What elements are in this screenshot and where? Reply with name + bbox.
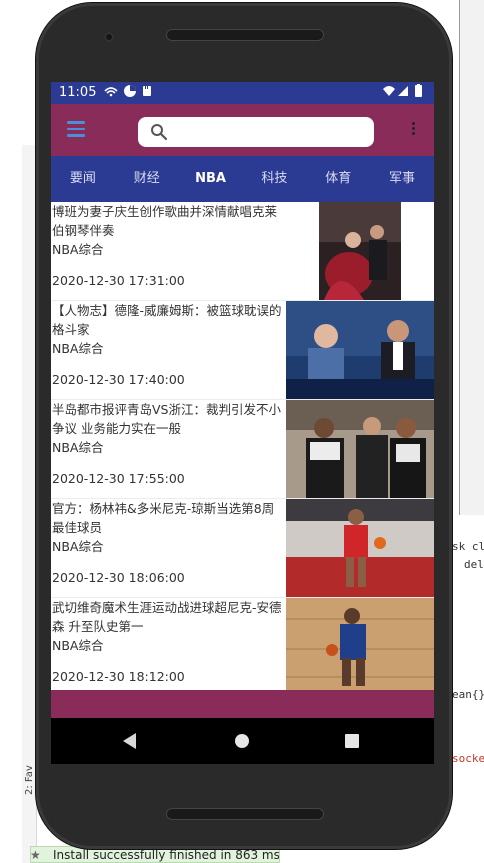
system-navigation-bar: [51, 718, 434, 764]
ide-right-panel: [459, 0, 484, 515]
news-text: 官方：杨林祎&多米尼克-琼斯当选第8周最佳球员 NBA综合: [52, 499, 284, 556]
news-text: 武切维奇魔术生涯运动战进球超尼克-安德森 升至队史第一 NBA综合: [52, 598, 284, 655]
news-source: NBA综合: [52, 440, 104, 455]
news-thumbnail: [319, 202, 401, 300]
wifi-signal-battery-icons: [383, 84, 422, 97]
top-speaker: [166, 29, 324, 41]
news-thumbnail: [286, 301, 434, 399]
news-thumbnail-image: [319, 202, 401, 300]
ide-code-line: sk cl: [452, 540, 484, 553]
news-thumbnail-image: [286, 598, 434, 690]
back-icon[interactable]: [123, 733, 136, 749]
star-icon: ★: [30, 848, 41, 862]
news-item[interactable]: 博班为妻子庆生创作歌曲并深情献唱克莱伯钢琴伴奏 NBA综合 2020-12-30…: [51, 202, 434, 301]
news-thumbnail: [286, 499, 434, 597]
news-thumbnail: [286, 598, 434, 690]
tab-tiyu[interactable]: 体育: [306, 156, 370, 202]
system-status-icons: [382, 84, 426, 101]
news-source: NBA综合: [52, 638, 104, 653]
news-source: NBA综合: [52, 242, 104, 257]
news-item[interactable]: 半岛都市报评青岛VS浙江：裁判引发不小争议 业务能力实在一般 NBA综合 202…: [51, 400, 434, 499]
tab-yaowen[interactable]: 要闻: [51, 156, 115, 202]
notification-icons-svg: [104, 85, 151, 97]
tab-caijing[interactable]: 财经: [115, 156, 179, 202]
news-date: 2020-12-30 18:12:00: [52, 669, 185, 684]
news-item[interactable]: 武切维奇魔术生涯运动战进球超尼克-安德森 升至队史第一 NBA综合 2020-1…: [51, 598, 434, 690]
news-thumbnail-image: [286, 400, 434, 498]
news-text: 【人物志】德隆-威廉姆斯：被篮球耽误的格斗家 NBA综合: [52, 301, 284, 358]
hamburger-menu-icon[interactable]: [67, 121, 85, 137]
ide-code-line: socke: [452, 752, 484, 765]
news-source: NBA综合: [52, 539, 104, 554]
status-time: 11:05: [59, 85, 97, 100]
status-bar: 11:05: [51, 82, 434, 104]
front-camera: [104, 32, 114, 42]
news-list[interactable]: 博班为妻子庆生创作歌曲并深情献唱克莱伯钢琴伴奏 NBA综合 2020-12-30…: [51, 202, 434, 690]
news-title: 半岛都市报评青岛VS浙江：裁判引发不小争议 业务能力实在一般: [52, 402, 281, 436]
ide-left-toolbar: [22, 145, 37, 863]
news-thumbnail: [286, 400, 434, 498]
search-icon: [151, 124, 168, 141]
news-date: 2020-12-30 17:40:00: [52, 372, 185, 387]
news-date: 2020-12-30 17:55:00: [52, 471, 185, 486]
more-options-icon[interactable]: [412, 122, 416, 138]
news-title: 【人物志】德隆-威廉姆斯：被篮球耽误的格斗家: [52, 303, 282, 337]
news-text: 半岛都市报评青岛VS浙江：裁判引发不小争议 业务能力实在一般 NBA综合: [52, 400, 284, 457]
bottom-speaker: [166, 808, 324, 820]
ide-background: [0, 0, 36, 145]
news-item[interactable]: 【人物志】德隆-威廉姆斯：被篮球耽误的格斗家 NBA综合 2020-12-30 …: [51, 301, 434, 400]
ide-code-line: del: [464, 558, 484, 571]
news-item[interactable]: 官方：杨林祎&多米尼克-琼斯当选第8周最佳球员 NBA综合 2020-12-30…: [51, 499, 434, 598]
news-title: 博班为妻子庆生创作歌曲并深情献唱克莱伯钢琴伴奏: [52, 204, 278, 238]
search-input[interactable]: [174, 121, 368, 145]
home-icon[interactable]: [235, 734, 249, 748]
news-text: 博班为妻子庆生创作歌曲并深情献唱克莱伯钢琴伴奏 NBA综合: [52, 202, 284, 259]
tab-junshi[interactable]: 军事: [370, 156, 434, 202]
news-date: 2020-12-30 17:31:00: [52, 273, 185, 288]
news-title: 武切维奇魔术生涯运动战进球超尼克-安德森 升至队史第一: [52, 600, 282, 634]
app-bar: [51, 104, 434, 156]
bottom-bar: [51, 690, 434, 718]
ide-favorites-tab[interactable]: 2: Fav: [24, 765, 35, 795]
category-tabs: 要闻 财经 NBA 科技 体育 军事: [51, 156, 434, 202]
notification-icons: [103, 84, 165, 101]
ide-code-line: ean{}: [452, 688, 484, 701]
news-thumbnail-image: [286, 301, 434, 399]
news-title: 官方：杨林祎&多米尼克-琼斯当选第8周最佳球员: [52, 501, 275, 535]
phone-screen: 11:05 要闻 财经 NBA 科技 体育 军事 博班为妻子庆生创作歌曲并深情献…: [51, 82, 434, 764]
news-source: NBA综合: [52, 341, 104, 356]
search-box[interactable]: [138, 117, 374, 147]
news-date: 2020-12-30 18:06:00: [52, 570, 185, 585]
news-thumbnail-image: [286, 499, 434, 597]
tab-keji[interactable]: 科技: [242, 156, 306, 202]
tab-nba[interactable]: NBA: [179, 156, 243, 202]
recents-icon[interactable]: [345, 734, 359, 748]
